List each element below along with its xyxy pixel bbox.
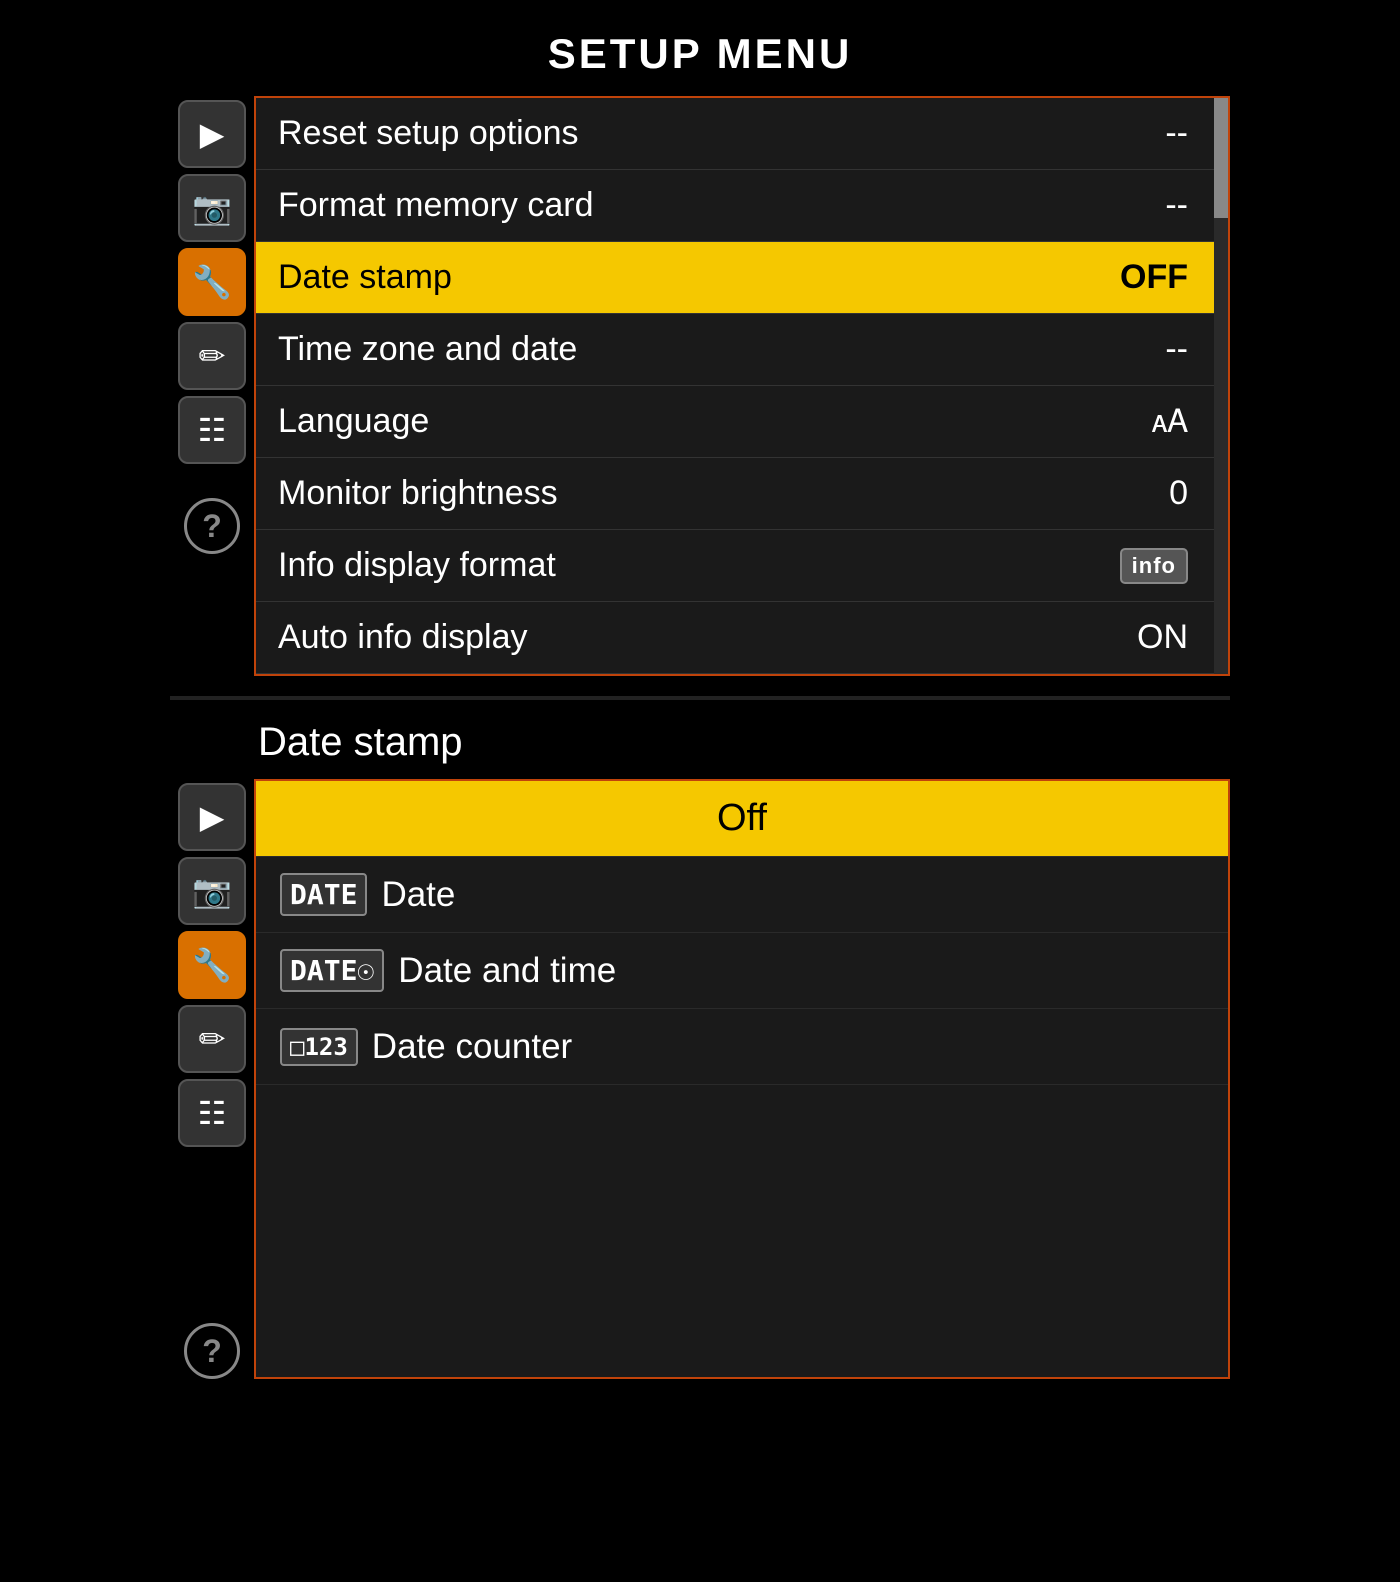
menu-item-timezone[interactable]: Time zone and date -- (256, 314, 1228, 386)
setup-menu-list: Reset setup options -- Format memory car… (254, 96, 1230, 676)
sub-menu-item-off[interactable]: Off (256, 781, 1228, 857)
sub-panel-title: Date stamp (170, 720, 1230, 765)
sidebar-bottom: ▶ 📷 🔧 ✏ ☷ ? (170, 779, 254, 1379)
sidebar-bottom-icon-document[interactable]: ☷ (178, 1079, 246, 1147)
help-button-bottom[interactable]: ? (184, 1323, 240, 1379)
sidebar-bottom-icon-play[interactable]: ▶ (178, 783, 246, 851)
sub-menu-item-datetime[interactable]: DATE☉ Date and time (256, 933, 1228, 1009)
sub-menu-item-counter[interactable]: □123 Date counter (256, 1009, 1228, 1085)
menu-item-info-format[interactable]: Info display format info (256, 530, 1228, 602)
menu-item-language[interactable]: Language 🗚 (256, 386, 1228, 458)
sub-menu-item-date[interactable]: DATE Date (256, 857, 1228, 933)
sidebar-icon-play[interactable]: ▶ (178, 100, 246, 168)
date-icon: DATE (280, 873, 367, 916)
sidebar-icon-pencil[interactable]: ✏ (178, 322, 246, 390)
sidebar-bottom-icon-camera[interactable]: 📷 (178, 857, 246, 925)
sidebar-icon-document[interactable]: ☷ (178, 396, 246, 464)
help-button[interactable]: ? (184, 498, 240, 554)
sub-menu-label-counter: Date counter (372, 1027, 572, 1067)
datetime-icon: DATE☉ (280, 949, 384, 992)
menu-item-date-stamp[interactable]: Date stamp OFF (256, 242, 1228, 314)
menu-item-brightness[interactable]: Monitor brightness 0 (256, 458, 1228, 530)
panel-divider (170, 696, 1230, 700)
sub-menu-label-off: Off (717, 797, 767, 840)
language-icon: 🗚 (1152, 403, 1188, 441)
counter-icon: □123 (280, 1028, 358, 1066)
info-badge: info (1120, 548, 1188, 584)
page-title: SETUP MENU (170, 30, 1230, 78)
scrollbar[interactable] (1214, 98, 1228, 674)
sub-menu-label-datetime: Date and time (398, 951, 616, 991)
sidebar-icon-wrench[interactable]: 🔧 (178, 248, 246, 316)
menu-item-format[interactable]: Format memory card -- (256, 170, 1228, 242)
sub-menu-label-date: Date (381, 875, 455, 915)
menu-item-auto-info[interactable]: Auto info display ON (256, 602, 1228, 674)
sidebar-icon-camera[interactable]: 📷 (178, 174, 246, 242)
sidebar-bottom-icon-wrench[interactable]: 🔧 (178, 931, 246, 999)
sidebar: ▶ 📷 🔧 ✏ ☷ ? (170, 96, 254, 676)
date-stamp-menu: Off DATE Date DATE☉ Date and time □123 D… (254, 779, 1230, 1379)
sidebar-bottom-icon-pencil[interactable]: ✏ (178, 1005, 246, 1073)
menu-item-reset[interactable]: Reset setup options -- (256, 98, 1228, 170)
